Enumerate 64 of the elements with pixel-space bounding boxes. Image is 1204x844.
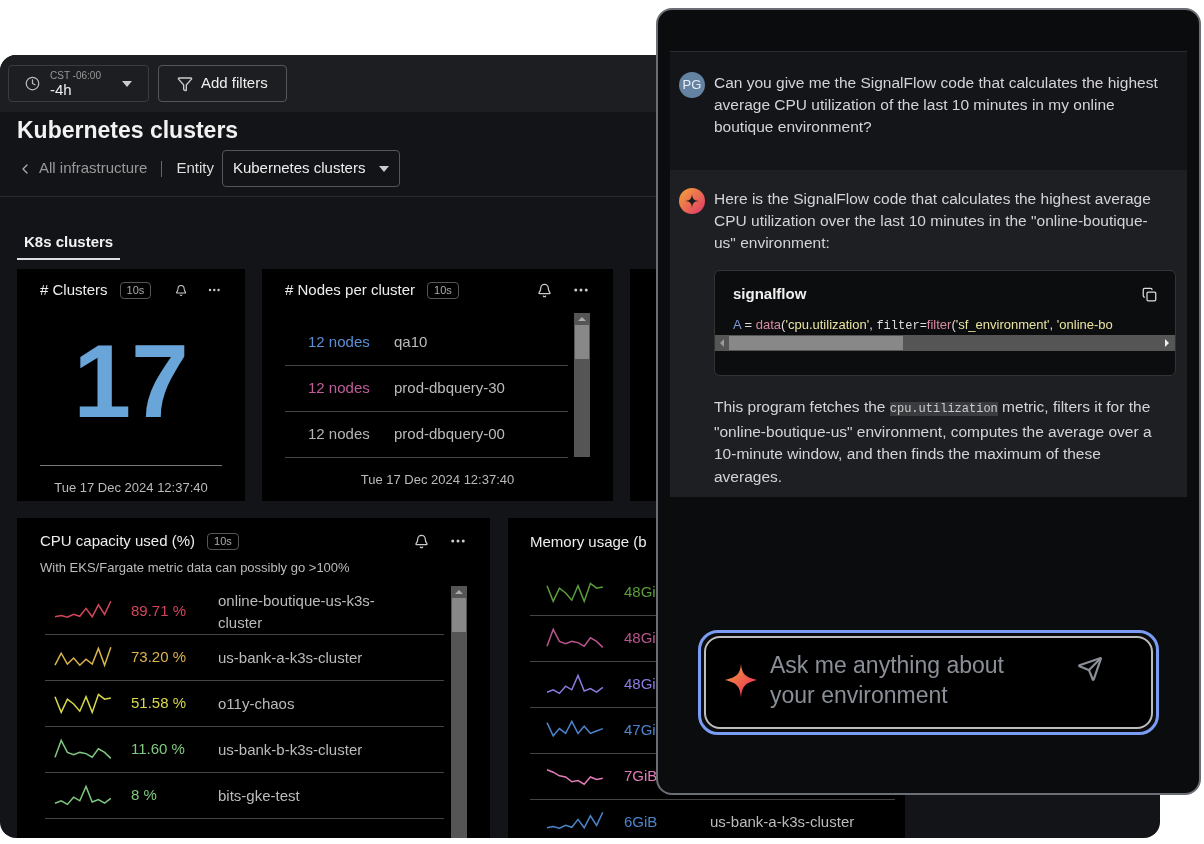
cluster-name: us-bank-a-k3s-cluster	[218, 647, 364, 668]
entity-label: Entity	[176, 158, 214, 179]
refresh-badge: 10s	[207, 532, 239, 550]
bell-icon[interactable]	[175, 282, 188, 298]
timezone-label: CST -06:00	[50, 69, 101, 81]
timestamp: Tue 17 Dec 2024 12:37:40	[359, 470, 516, 489]
chat-input[interactable]: Ask me anything about your environment	[704, 636, 1153, 729]
filter-icon	[177, 75, 193, 92]
card-title: # Nodes per cluster	[285, 280, 416, 300]
timestamp: Tue 17 Dec 2024 12:37:40	[53, 478, 209, 497]
memory-value: 48Gi	[624, 628, 657, 649]
card-title: Memory usage (b	[530, 533, 647, 550]
memory-value: 6GiB	[624, 812, 659, 833]
summary-text: This program fetches the cpu.utilization metric, filters it for the "online-boutique-us" environment, computes the average over a 10-minute window, and then finds the maximum of these averages.	[714, 397, 1153, 487]
time-range-picker[interactable]: CST -06:00 -4h	[8, 65, 149, 102]
card-subtitle: With EKS/Fargate metric data can possibly go >100%	[40, 558, 351, 577]
code-line: A = data('cpu.utilization', filter=filter('sf_environment', 'online-bo	[732, 315, 1114, 335]
assistant-avatar-icon	[679, 188, 705, 214]
message-text: Can you give me the SignalFlow code that calculates the highest average CPU utilization of the last 10 minutes in my online boutique environment?	[714, 73, 1159, 137]
entity-dropdown[interactable]: Kubernetes clusters	[221, 150, 401, 187]
copy-icon[interactable]	[1142, 286, 1157, 302]
memory-value: 7GiB	[624, 766, 659, 787]
message-text: Here is the SignalFlow code that calculates the highest average CPU utilization over the last 10 minutes in the "online-boutique-us" environment:	[714, 189, 1152, 253]
node-count: 12 nodes	[308, 423, 371, 444]
time-range-value: -4h	[50, 80, 73, 98]
code-language: signalflow	[733, 284, 807, 304]
cluster-name: online-boutique-us-k3s-cluster	[218, 590, 376, 633]
cluster-name: prod-dbquery-30	[394, 377, 505, 398]
clock-icon	[25, 76, 40, 91]
bell-icon[interactable]	[414, 533, 429, 549]
user-avatar: PG	[679, 72, 705, 98]
memory-value: 48Gi	[624, 582, 657, 603]
node-count: 12 nodes	[308, 331, 371, 352]
scrollbar[interactable]	[574, 312, 590, 457]
cpu-value: 8 %	[131, 785, 158, 806]
scrollbar[interactable]	[451, 586, 467, 838]
send-icon[interactable]	[1077, 656, 1103, 682]
card-title: CPU capacity used (%)	[40, 531, 196, 551]
node-count: 12 nodes	[308, 377, 371, 398]
memory-value: 47Gi	[624, 720, 657, 741]
caret-icon	[122, 80, 132, 87]
cluster-name: qa10	[394, 331, 428, 352]
horizontal-scrollbar[interactable]	[715, 334, 1175, 351]
big-number: 17	[72, 325, 190, 436]
cluster-name: prod-dbquery-00	[394, 423, 505, 444]
cpu-value: 73.20 %	[131, 647, 188, 668]
caret-icon	[379, 165, 390, 172]
add-filters-button[interactable]: Add filters	[158, 65, 287, 102]
cpu-value: 51.58 %	[131, 693, 188, 714]
page-title: Kubernetes clusters	[17, 116, 239, 144]
cluster-name: bits-gke-test	[218, 785, 301, 806]
bell-icon[interactable]	[537, 282, 552, 298]
breadcrumb-link[interactable]: All infrastructure	[39, 157, 148, 180]
cluster-name: us-bank-a-k3s-cluster	[710, 812, 855, 833]
cpu-value: 89.71 %	[131, 601, 188, 622]
memory-value: 48Gi	[624, 674, 657, 695]
refresh-badge: 10s	[427, 281, 459, 299]
tab[interactable]: K8s clusters	[17, 227, 121, 260]
cluster-name: us-bank-b-k3s-cluster	[218, 739, 364, 760]
refresh-badge: 10s	[119, 281, 152, 299]
chat-input-field[interactable]: Ask me anything about your environment	[770, 650, 1040, 716]
cpu-value: 11.60 %	[131, 739, 186, 760]
cluster-name: o11y-chaos	[218, 693, 296, 714]
card-title: # Clusters	[40, 280, 108, 300]
